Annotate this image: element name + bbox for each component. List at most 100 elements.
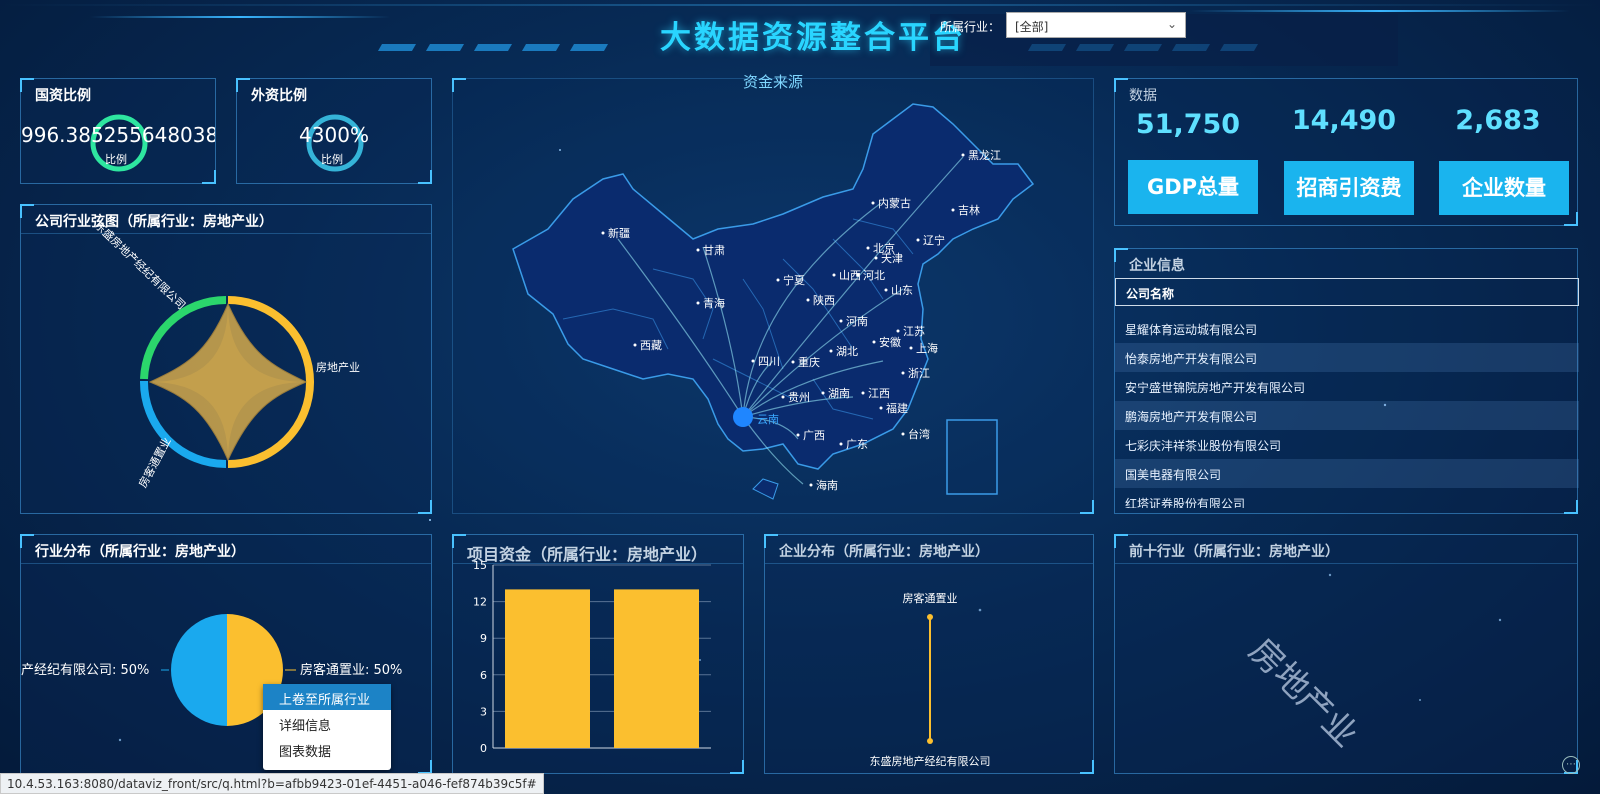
stat-investment-value: 14,490: [1291, 105, 1397, 136]
bar-ytick-label: 6: [480, 669, 487, 682]
map-province-label: 河南: [846, 315, 868, 328]
bar-ytick-label: 0: [480, 742, 487, 755]
page-title: 大数据资源整合平台: [660, 20, 966, 56]
map-source-point: [733, 407, 753, 427]
map-province-label: 内蒙古: [878, 196, 911, 210]
chord-label-fangketong: 房客通置业: [135, 435, 173, 490]
table-row[interactable]: 国美电器有限公司: [1115, 459, 1579, 488]
investment-fee-button[interactable]: 招商引资费: [1284, 161, 1414, 215]
table-row[interactable]: 红塔证券股份有限公司: [1115, 488, 1579, 508]
menu-item-details[interactable]: 详细信息: [263, 710, 391, 736]
south-sea-inset: [946, 419, 998, 495]
map-province-label: 山西: [839, 269, 861, 282]
stat-enterprise-value: 2,683: [1455, 105, 1541, 136]
table-row[interactable]: 七彩庆沣祥茶业股份有限公司: [1115, 430, 1579, 459]
map-province-label: 四川: [758, 355, 780, 368]
enterprise-node-top: 房客通置业: [903, 591, 958, 605]
pie-slice[interactable]: [171, 614, 227, 726]
state-ratio-sub: 比例: [105, 153, 127, 166]
map-province-label: 安徽: [879, 335, 901, 349]
bar-ytick-label: 15: [473, 559, 487, 572]
enterprise-graph: 房客通置业 东盛房地产经纪有限公司: [870, 591, 991, 768]
map-province-label: 黑龙江: [968, 149, 1001, 162]
map-province-label: 广西: [803, 429, 825, 442]
map-province-label: 海南: [816, 478, 838, 492]
company-table-header: 公司名称: [1115, 278, 1579, 306]
menu-item-chart-data[interactable]: 图表数据: [263, 736, 391, 762]
map-province-label: 上海: [916, 341, 938, 355]
header-decoration-left: [377, 44, 609, 52]
chord-label-realestate: 房地产业: [316, 360, 360, 374]
map-province-label: 吉林: [958, 203, 980, 217]
gdp-total-button[interactable]: GDP总量: [1128, 160, 1258, 214]
bar[interactable]: [614, 589, 699, 748]
map-province-label: 广东: [846, 438, 868, 451]
map-province-label: 河北: [863, 269, 885, 282]
chord-diagram: 房地产业 东盛房地产经纪有限公司 房客通置业: [92, 218, 360, 490]
map-province-label: 福建: [886, 401, 908, 415]
chord-label-dongsheng: 东盛房地产经纪有限公司: [92, 218, 189, 312]
map-province-label: 陕西: [813, 293, 835, 307]
menu-item-rollup[interactable]: 上卷至所属行业: [263, 684, 391, 710]
bar-ytick-label: 3: [480, 705, 487, 718]
enterprise-count-button[interactable]: 企业数量: [1439, 161, 1569, 215]
map-province-label: 辽宁: [923, 233, 945, 247]
map-province-label: 湖南: [828, 387, 850, 400]
foreign-ratio-panel: 外资比例 4300% 比例: [236, 78, 432, 184]
company-info-title: 企业信息: [1129, 258, 1185, 274]
bar[interactable]: [505, 589, 590, 748]
table-row[interactable]: 怡泰房地产开发有限公司: [1115, 343, 1579, 372]
project-funds-panel: 项目资金（所属行业：房地产业） 0 3 6 9 12 15: [452, 534, 744, 774]
industry-filter-select[interactable]: [全部] ⌄: [1006, 12, 1186, 38]
map-province-label: 江苏: [903, 325, 925, 338]
table-row[interactable]: 星耀体育运动城有限公司: [1115, 314, 1579, 343]
foreign-ratio-value: 4300%: [299, 123, 369, 147]
map-province-label: 台湾: [908, 427, 930, 441]
status-bar-url: 10.4.53.163:8080/dataviz_front/src/q.htm…: [0, 773, 544, 794]
chat-icon[interactable]: ⋯: [1562, 756, 1580, 774]
state-ratio-value: 996.3852556480383%: [21, 123, 215, 147]
company-table: 公司名称 星耀体育运动城有限公司 怡泰房地产开发有限公司 安宁盛世锦院房地产开发…: [1115, 278, 1579, 508]
bar-ytick-label: 12: [473, 596, 487, 609]
project-funds-bar-chart: 0 3 6 9 12 15: [473, 559, 711, 755]
chevron-down-icon: ⌄: [1166, 17, 1177, 31]
stats-label: 数据: [1129, 88, 1157, 104]
top10-panel: 前十行业（所属行业：房地产业） 房地产业: [1114, 534, 1578, 774]
chord-panel: 公司行业弦图（所属行业：房地产业） 房地产业 东盛房地产经纪有限公司 房客通置业: [20, 204, 432, 514]
map-province-label: 贵州: [788, 391, 810, 404]
map-province-label: 西藏: [640, 339, 662, 352]
bar-ytick-label: 9: [480, 632, 487, 645]
enterprise-dist-panel: 企业分布（所属行业：房地产业） 房客通置业 东盛房地产经纪有限公司: [764, 534, 1094, 774]
pie-label-left: 产经纪有限公司: 50%: [21, 663, 149, 678]
industry-filter-label: 所属行业：: [940, 20, 1001, 34]
header-bar: 大数据资源整合平台 所属行业： [全部] ⌄: [0, 0, 1600, 66]
foreign-ratio-sub: 比例: [321, 153, 343, 166]
table-row[interactable]: 安宁盛世锦院房地产开发有限公司: [1115, 372, 1579, 401]
map-panel: 资金来源 云南 新疆 甘肃 青海 西藏 内蒙古 黑龙江 吉林 辽宁 北京 天津 河北 山西 宁夏 陕西 山东…: [452, 73, 1094, 514]
map-source-label: 云南: [757, 413, 779, 426]
map-province-label: 甘肃: [703, 244, 725, 257]
top10-title: 前十行业（所属行业：房地产业）: [1129, 544, 1339, 560]
map-province-label: 重庆: [798, 355, 820, 369]
state-ratio-title: 国资比例: [35, 88, 91, 104]
table-row[interactable]: 鹏海房地产开发有限公司: [1115, 401, 1579, 430]
context-menu: 上卷至所属行业 详细信息 图表数据: [263, 684, 391, 770]
map-province-label: 浙江: [908, 367, 930, 380]
state-ratio-panel: 国资比例 996.3852556480383% 比例: [20, 78, 216, 184]
map-province-label: 青海: [703, 296, 725, 310]
map-province-label: 山东: [891, 284, 913, 297]
china-map: 云南 新疆甘肃青海西藏内蒙古黑龙江吉林辽宁北京天津河北山西宁夏陕西山东河南江苏安…: [512, 103, 1035, 500]
chord-ribbon: [148, 302, 308, 462]
top10-wordcloud-word: 房地产业: [1241, 630, 1366, 756]
foreign-ratio-title: 外资比例: [251, 88, 307, 104]
map-province-label: 湖北: [836, 345, 858, 358]
map-province-label: 江西: [868, 387, 890, 400]
map-province-label: 宁夏: [783, 273, 805, 287]
map-province-label: 新疆: [608, 226, 630, 240]
enterprise-node-bottom: 东盛房地产经纪有限公司: [870, 754, 991, 768]
map-province-label: 天津: [881, 252, 903, 265]
stats-panel: 数据 51,750 14,490 2,683 GDP总量 招商引资费 企业数量: [1114, 78, 1578, 226]
industry-filter-value: [全部]: [1015, 20, 1049, 34]
pie-label-right: 房客通置业: 50%: [300, 662, 402, 678]
stat-gdp-value: 51,750: [1135, 109, 1241, 140]
